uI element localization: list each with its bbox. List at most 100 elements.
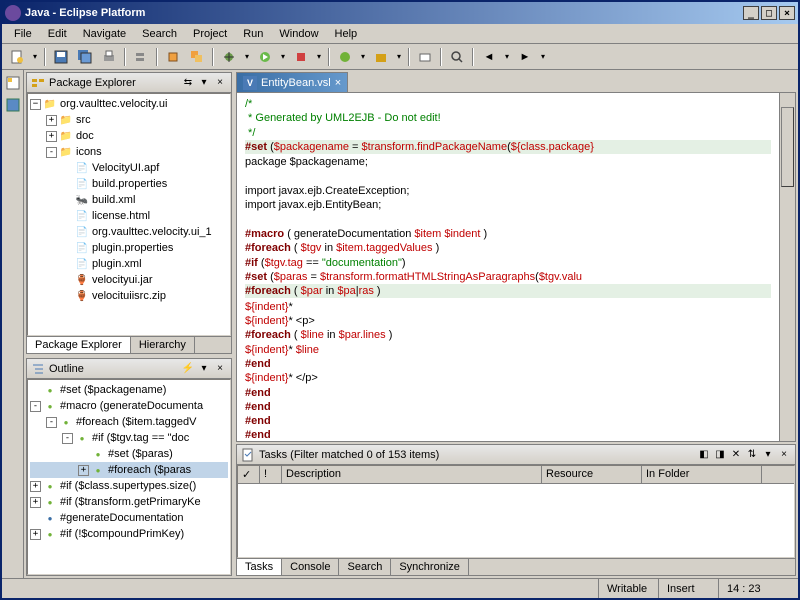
back-button[interactable]: ◄ — [478, 46, 500, 68]
collapse-all-button[interactable]: ⇆ — [181, 76, 195, 90]
menu-window[interactable]: Window — [271, 26, 326, 42]
new-package-button[interactable] — [370, 46, 392, 68]
run-button[interactable] — [254, 46, 276, 68]
tasks-delete-button[interactable]: ✕ — [729, 448, 743, 462]
tree-item[interactable]: +📁src — [30, 112, 228, 128]
editor-tab[interactable]: V EntityBean.vsl × — [236, 72, 348, 93]
close-button[interactable]: × — [779, 6, 795, 20]
print-button[interactable] — [98, 46, 120, 68]
menu-navigate[interactable]: Navigate — [75, 26, 134, 42]
new-button[interactable] — [6, 46, 28, 68]
panel-close-button[interactable]: × — [213, 76, 227, 90]
tree-item[interactable]: 📄plugin.properties — [30, 240, 228, 256]
outline-close-button[interactable]: × — [213, 362, 227, 376]
tree-item[interactable]: 📄VelocityUI.apf — [30, 160, 228, 176]
column-header[interactable]: Description — [282, 466, 542, 483]
outline-sort-button[interactable]: ⚡ — [181, 362, 195, 376]
panel-menu-button[interactable]: ▾ — [197, 76, 211, 90]
menu-run[interactable]: Run — [235, 26, 271, 42]
tree-toggle-icon[interactable]: + — [46, 131, 57, 142]
tab-synchronize[interactable]: Synchronize — [391, 559, 469, 575]
tasks-table[interactable]: ✓!DescriptionResourceIn Folder — [237, 465, 795, 558]
save-all-button[interactable] — [74, 46, 96, 68]
forward-dropdown[interactable]: ▾ — [538, 46, 548, 68]
java-perspective-button[interactable] — [4, 96, 22, 114]
tree-item[interactable]: 🏺velocityui.jar — [30, 272, 228, 288]
tree-item[interactable]: 📄plugin.xml — [30, 256, 228, 272]
outline-item[interactable]: ●#generateDocumentation — [30, 510, 228, 526]
outline-item[interactable]: +●#if ($transform.getPrimaryKe — [30, 494, 228, 510]
outline-item[interactable]: +●#if ($class.supertypes.size() — [30, 478, 228, 494]
outline-item[interactable]: -●#macro (generateDocumenta — [30, 398, 228, 414]
tree-toggle-icon[interactable]: + — [30, 529, 41, 540]
open-perspective-button[interactable] — [4, 74, 22, 92]
editor-tab-close-button[interactable]: × — [335, 77, 341, 89]
code-editor[interactable]: /* * Generated by UML2EJB - Do not edit!… — [237, 93, 779, 441]
run-dropdown[interactable]: ▾ — [278, 46, 288, 68]
tree-toggle-icon[interactable]: - — [46, 417, 57, 428]
debug-button[interactable] — [218, 46, 240, 68]
tree-project[interactable]: −📁org.vaulttec.velocity.ui — [30, 96, 228, 112]
maximize-button[interactable]: □ — [761, 6, 777, 20]
outline-menu-button[interactable]: ▾ — [197, 362, 211, 376]
tree-item[interactable]: 🏺velocituiisrc.zip — [30, 288, 228, 304]
tree-item[interactable]: 📄org.vaulttec.velocity.ui_1 — [30, 224, 228, 240]
tasks-add-button[interactable]: ◨ — [713, 448, 727, 462]
new-class-dropdown[interactable]: ▾ — [358, 46, 368, 68]
tree-toggle-icon[interactable]: - — [46, 147, 57, 158]
menu-file[interactable]: File — [6, 26, 40, 42]
new-dropdown[interactable]: ▾ — [30, 46, 40, 68]
forward-button[interactable]: ► — [514, 46, 536, 68]
debug-dropdown[interactable]: ▾ — [242, 46, 252, 68]
tree-item[interactable]: 📄build.properties — [30, 176, 228, 192]
new-package-dropdown[interactable]: ▾ — [394, 46, 404, 68]
build-all-button[interactable] — [186, 46, 208, 68]
outline-tree[interactable]: ●#set ($packagename)-●#macro (generateDo… — [27, 379, 231, 575]
tree-toggle-icon[interactable]: - — [30, 401, 41, 412]
external-tools-button[interactable] — [290, 46, 312, 68]
column-header[interactable]: Resource — [542, 466, 642, 483]
menu-search[interactable]: Search — [134, 26, 185, 42]
outline-item[interactable]: ●#set ($packagename) — [30, 382, 228, 398]
new-class-button[interactable] — [334, 46, 356, 68]
external-dropdown[interactable]: ▾ — [314, 46, 324, 68]
minimize-button[interactable]: _ — [743, 6, 759, 20]
tree-toggle-icon[interactable]: + — [46, 115, 57, 126]
save-button[interactable] — [50, 46, 72, 68]
outline-item[interactable]: ●#set ($paras) — [30, 446, 228, 462]
back-dropdown[interactable]: ▾ — [502, 46, 512, 68]
menu-help[interactable]: Help — [327, 26, 366, 42]
tab-package-explorer[interactable]: Package Explorer — [27, 337, 131, 353]
tasks-sort-button[interactable]: ⇅ — [745, 448, 759, 462]
tree-item[interactable]: 📄license.html — [30, 208, 228, 224]
package-explorer-tree[interactable]: −📁org.vaulttec.velocity.ui+📁src+📁doc-📁ic… — [27, 93, 231, 336]
scroll-thumb[interactable] — [781, 107, 794, 187]
editor-scrollbar[interactable] — [779, 93, 795, 441]
tasks-close-button[interactable]: × — [777, 448, 791, 462]
tasks-filter-button[interactable]: ◧ — [697, 448, 711, 462]
tab-tasks[interactable]: Tasks — [237, 559, 282, 575]
column-header[interactable]: ✓ — [238, 466, 260, 483]
column-header[interactable]: In Folder — [642, 466, 762, 483]
toggle-button[interactable] — [130, 46, 152, 68]
outline-item[interactable]: -●#foreach ($item.taggedV — [30, 414, 228, 430]
column-header[interactable]: ! — [260, 466, 282, 483]
outline-item[interactable]: +●#foreach ($paras — [30, 462, 228, 478]
tasks-menu-button[interactable]: ▾ — [761, 448, 775, 462]
tree-toggle-icon[interactable]: + — [30, 481, 41, 492]
menu-edit[interactable]: Edit — [40, 26, 75, 42]
tree-toggle-icon[interactable]: + — [30, 497, 41, 508]
tree-toggle-icon[interactable]: + — [78, 465, 89, 476]
tree-toggle-icon[interactable]: − — [30, 99, 41, 110]
tree-item[interactable]: -📁icons — [30, 144, 228, 160]
build-button[interactable] — [162, 46, 184, 68]
tree-item[interactable]: 🐜build.xml — [30, 192, 228, 208]
outline-item[interactable]: -●#if ($tgv.tag == "doc — [30, 430, 228, 446]
tab-console[interactable]: Console — [282, 559, 339, 575]
tab-search[interactable]: Search — [339, 559, 391, 575]
menu-project[interactable]: Project — [185, 26, 235, 42]
titlebar[interactable]: Java - Eclipse Platform _ □ × — [2, 2, 798, 24]
search-button[interactable] — [446, 46, 468, 68]
outline-item[interactable]: +●#if (!$compoundPrimKey) — [30, 526, 228, 542]
tree-toggle-icon[interactable]: - — [62, 433, 73, 444]
